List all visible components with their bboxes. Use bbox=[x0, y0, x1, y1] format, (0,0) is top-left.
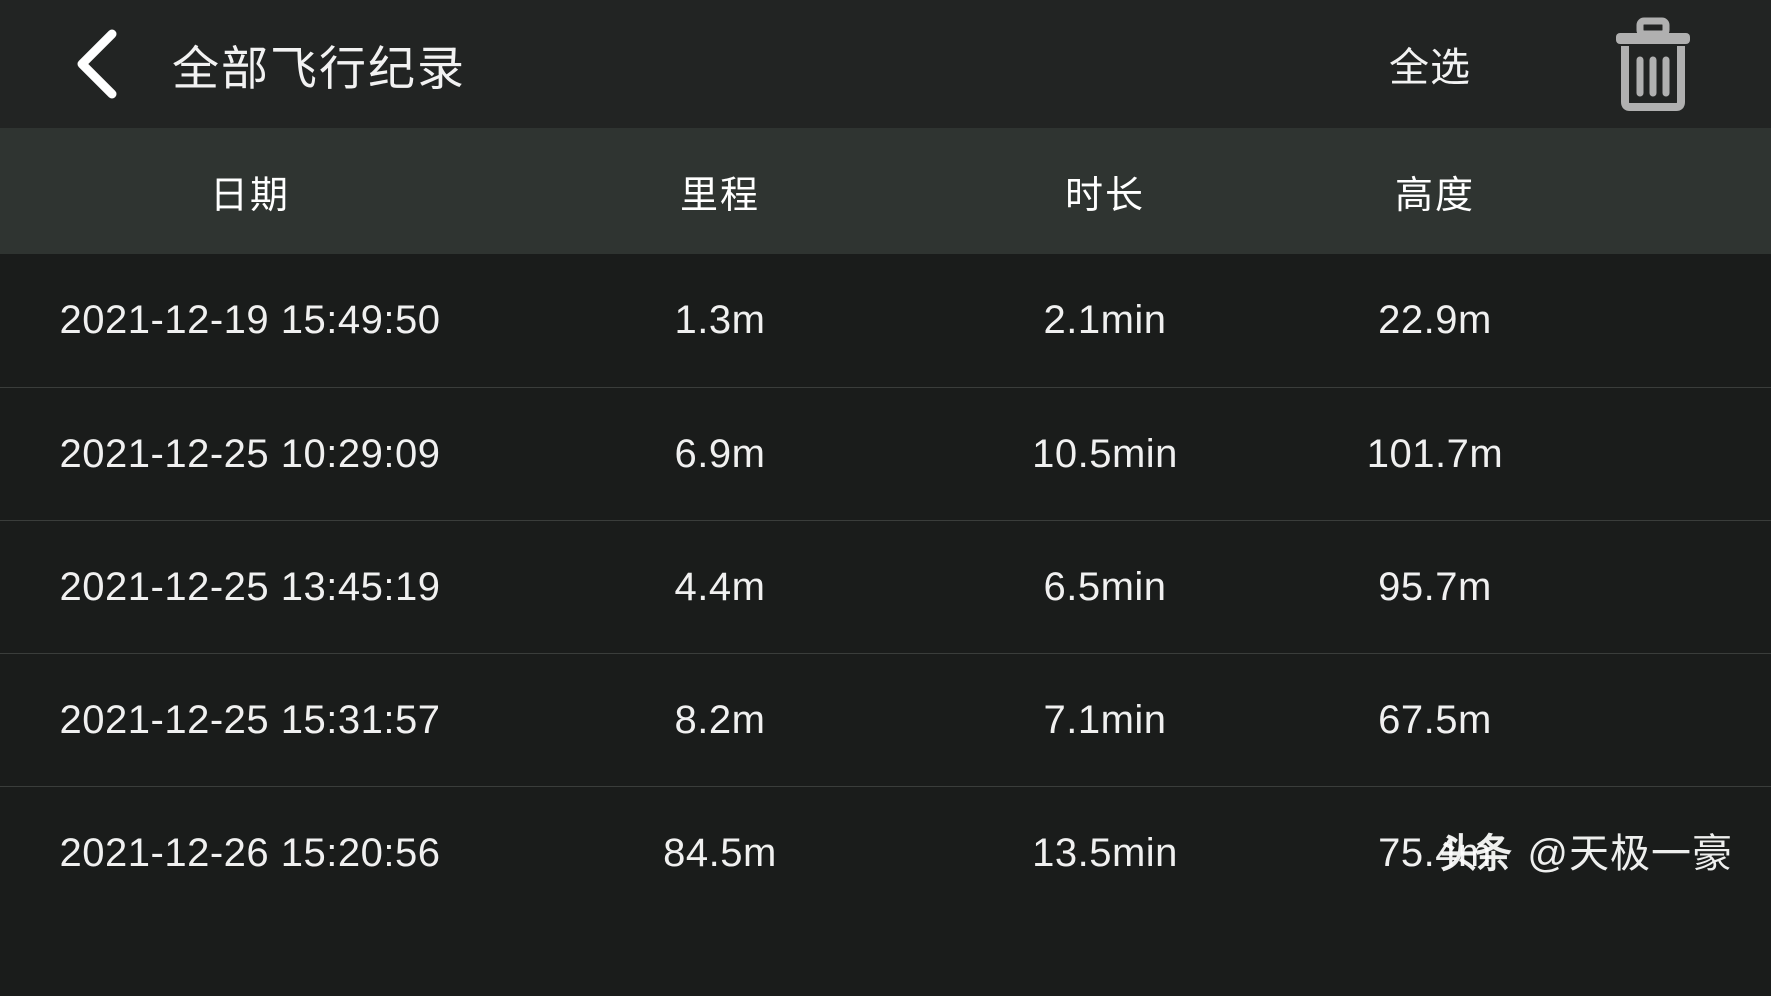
cell-altitude: 75.4m bbox=[1378, 830, 1492, 875]
flight-records-table: 日期 里程 时长 高度 2021-12-19 15:49:50 1.3m 2.1… bbox=[0, 128, 1771, 919]
table-row[interactable]: 2021-12-25 15:31:57 8.2m 7.1min 67.5m bbox=[0, 653, 1771, 786]
chevron-left-icon bbox=[68, 26, 128, 102]
page-title: 全部飞行纪录 bbox=[172, 41, 466, 95]
cell-duration: 7.1min bbox=[1043, 697, 1167, 742]
back-button[interactable] bbox=[60, 26, 136, 102]
cell-altitude: 67.5m bbox=[1378, 697, 1492, 742]
cell-date: 2021-12-25 10:29:09 bbox=[59, 431, 441, 476]
cell-altitude: 22.9m bbox=[1378, 298, 1492, 342]
cell-distance: 6.9m bbox=[674, 431, 766, 476]
cell-duration: 10.5min bbox=[1032, 431, 1178, 476]
cell-duration: 6.5min bbox=[1043, 564, 1167, 609]
column-header-distance: 里程 bbox=[679, 174, 760, 217]
cell-duration: 13.5min bbox=[1032, 830, 1178, 875]
delete-button[interactable] bbox=[1603, 14, 1703, 114]
table-row[interactable]: 2021-12-25 13:45:19 4.4m 6.5min 95.7m bbox=[0, 520, 1771, 653]
cell-distance: 8.2m bbox=[674, 697, 766, 742]
column-header-altitude: 高度 bbox=[1394, 174, 1475, 217]
flight-records-screen: 全部飞行纪录 全选 日期 里程 时长 高度 2021-12-19 15:49:5… bbox=[0, 0, 1771, 996]
table-row[interactable]: 2021-12-19 15:49:50 1.3m 2.1min 22.9m bbox=[0, 254, 1771, 387]
cell-date: 2021-12-25 13:45:19 bbox=[59, 564, 441, 609]
cell-distance: 1.3m bbox=[674, 298, 766, 342]
table-row[interactable]: 2021-12-25 10:29:09 6.9m 10.5min 101.7m bbox=[0, 387, 1771, 520]
cell-distance: 84.5m bbox=[663, 830, 777, 875]
table-header-row: 日期 里程 时长 高度 bbox=[0, 128, 1771, 254]
cell-altitude: 95.7m bbox=[1378, 564, 1492, 609]
table-row[interactable]: 2021-12-26 15:20:56 84.5m 13.5min 75.4m bbox=[0, 786, 1771, 919]
cell-duration: 2.1min bbox=[1043, 298, 1167, 342]
select-all-button[interactable]: 全选 bbox=[1377, 25, 1483, 103]
cell-date: 2021-12-19 15:49:50 bbox=[59, 298, 441, 342]
column-header-date: 日期 bbox=[209, 174, 290, 217]
navigation-bar: 全部飞行纪录 全选 bbox=[0, 0, 1771, 128]
column-header-duration: 时长 bbox=[1064, 174, 1145, 217]
cell-date: 2021-12-25 15:31:57 bbox=[59, 697, 441, 742]
cell-altitude: 101.7m bbox=[1366, 431, 1504, 476]
cell-date: 2021-12-26 15:20:56 bbox=[59, 830, 441, 875]
cell-distance: 4.4m bbox=[674, 564, 766, 609]
trash-icon bbox=[1610, 16, 1696, 112]
